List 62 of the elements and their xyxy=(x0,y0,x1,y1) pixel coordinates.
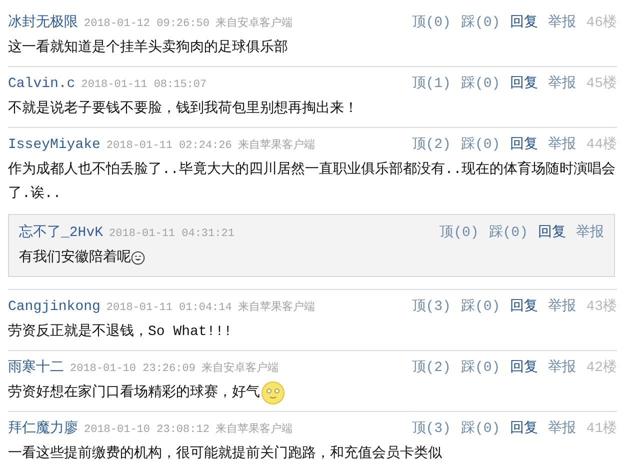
floor-number: 46楼 xyxy=(586,14,617,31)
reply-link[interactable]: 回复 xyxy=(510,297,538,315)
comment-text: 这一看就知道是个挂羊头卖狗肉的足球俱乐部 xyxy=(8,38,288,58)
report-link[interactable]: 举报 xyxy=(548,358,576,376)
comment-text: 作为成都人也不怕丢脸了..毕竟大大的四川居然一直职业俱乐部都没有..现在的体育场随时演唱会了.诶.. xyxy=(8,160,617,204)
downvote-link[interactable]: 踩(0) xyxy=(460,297,500,315)
comment-source: 来自苹果客户端 xyxy=(238,138,315,152)
smiley-icon xyxy=(261,381,285,405)
comment-time: 2018-01-12 09:26:50 xyxy=(84,18,210,30)
report-link[interactable]: 举报 xyxy=(548,74,576,92)
username-link[interactable]: 冰封无极限 xyxy=(8,13,78,31)
comment-time: 2018-01-11 04:31:21 xyxy=(109,228,234,240)
floor-number: 41楼 xyxy=(586,420,617,437)
downvote-link[interactable]: 踩(0) xyxy=(460,13,500,31)
comment-time: 2018-01-10 23:08:12 xyxy=(84,424,210,436)
downvote-link[interactable]: 踩(0) xyxy=(460,135,500,153)
downvote-link[interactable]: 踩(0) xyxy=(460,358,500,376)
comment-text: 有我们安徽陪着呢 xyxy=(19,248,131,268)
comment-text: 劳资好想在家门口看场精彩的球赛，好气 xyxy=(8,383,260,403)
laughing-face-icon xyxy=(131,251,145,265)
downvote-link[interactable]: 踩(0) xyxy=(488,223,528,241)
comment-time: 2018-01-10 23:26:09 xyxy=(70,363,196,375)
downvote-link[interactable]: 踩(0) xyxy=(460,419,500,437)
floor-number: 43楼 xyxy=(586,298,617,315)
report-link[interactable]: 举报 xyxy=(548,297,576,315)
username-link[interactable]: 雨寒十二 xyxy=(8,358,64,376)
username-link[interactable]: 忘不了_2HvK xyxy=(19,223,104,241)
comment-source: 来自苹果客户端 xyxy=(215,422,292,436)
reply-link[interactable]: 回复 xyxy=(510,74,538,92)
comment-time: 2018-01-11 08:15:07 xyxy=(81,79,207,91)
username-link[interactable]: Calvin.c xyxy=(8,76,76,92)
comment-time: 2018-01-11 01:04:14 xyxy=(106,302,232,314)
upvote-link[interactable]: 顶(0) xyxy=(440,223,479,241)
comment-source: 来自苹果客户端 xyxy=(238,300,315,314)
comment-text: 不就是说老子要钱不要脸，钱到我荷包里别想再掏出来！ xyxy=(8,99,358,119)
upvote-link[interactable]: 顶(0) xyxy=(412,13,451,31)
upvote-link[interactable]: 顶(3) xyxy=(412,297,451,315)
report-link[interactable]: 举报 xyxy=(548,13,576,31)
reply-link[interactable]: 回复 xyxy=(510,13,538,31)
upvote-link[interactable]: 顶(3) xyxy=(412,419,451,437)
reply-link[interactable]: 回复 xyxy=(510,135,538,153)
comment-text: 劳资反正就是不退钱，So What!!! xyxy=(8,322,232,342)
upvote-link[interactable]: 顶(1) xyxy=(412,74,451,92)
username-link[interactable]: IsseyMiyake xyxy=(8,137,100,153)
report-link[interactable]: 举报 xyxy=(548,135,576,153)
username-link[interactable]: Cangjinkong xyxy=(8,299,100,315)
reply-link[interactable]: 回复 xyxy=(538,223,566,241)
report-link[interactable]: 举报 xyxy=(548,419,576,437)
floor-number: 42楼 xyxy=(586,358,617,376)
username-link[interactable]: 拜仁魔力廖 xyxy=(8,419,78,437)
comment-source: 来自安卓客户端 xyxy=(215,16,292,30)
floor-number: 45楼 xyxy=(586,74,617,92)
reply-link[interactable]: 回复 xyxy=(510,419,538,437)
comment-text: 一看这些提前缴费的机构，很可能就提前关门跑路，和充值会员卡类似 xyxy=(8,444,442,464)
comment-source: 来自安卓客户端 xyxy=(201,360,278,375)
downvote-link[interactable]: 踩(0) xyxy=(460,74,500,92)
comment-time: 2018-01-11 02:24:26 xyxy=(106,140,232,152)
floor-number: 44楼 xyxy=(586,136,617,153)
upvote-link[interactable]: 顶(2) xyxy=(412,135,451,153)
reply-link[interactable]: 回复 xyxy=(510,358,538,376)
upvote-link[interactable]: 顶(2) xyxy=(412,358,451,376)
report-link[interactable]: 举报 xyxy=(576,223,604,241)
